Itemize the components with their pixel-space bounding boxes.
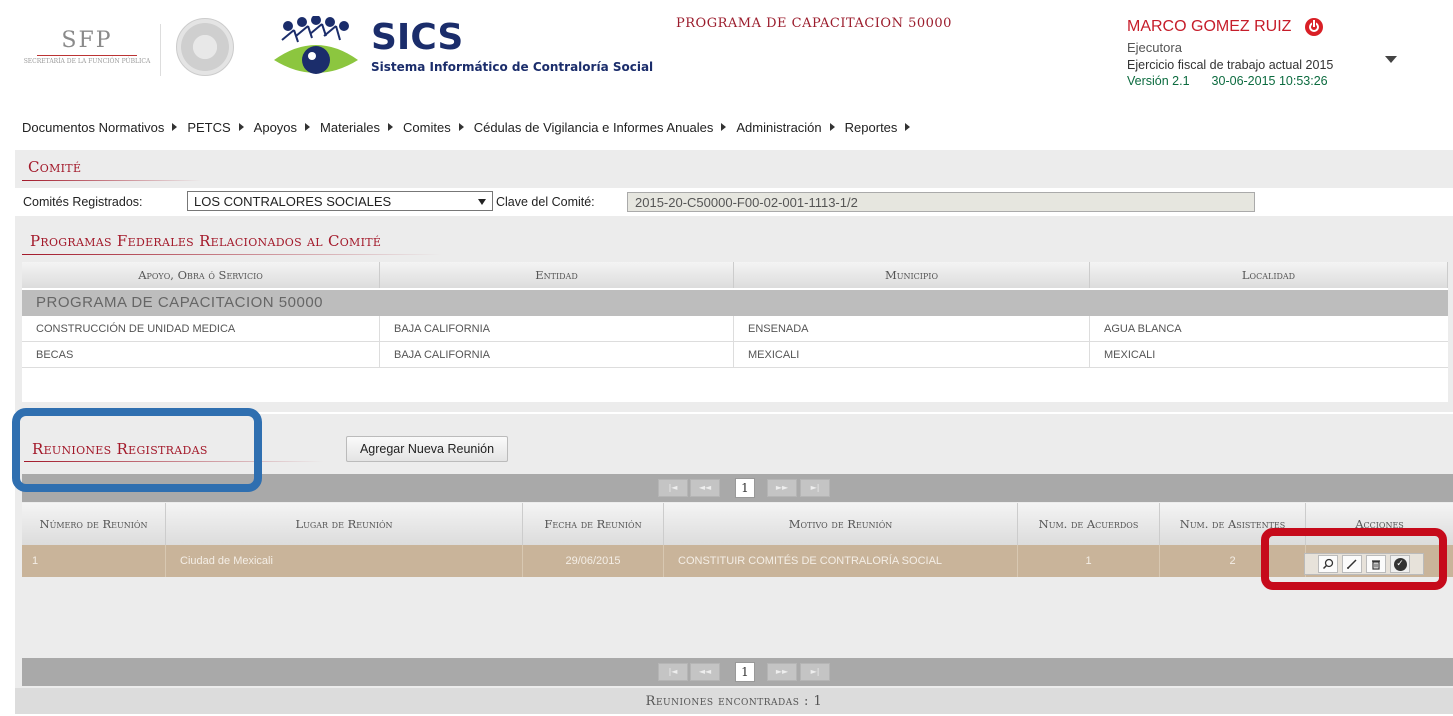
menu-materiales[interactable]: Materiales: [320, 120, 394, 135]
menu-cedulas[interactable]: Cédulas de Vigilancia e Informes Anuales: [474, 120, 727, 135]
reuniones-found-count: Reuniones encontradas : 1: [15, 688, 1453, 714]
sfp-logo-subtitle: SECRETARÍA DE LA FUNCIÓN PÚBLICA: [23, 58, 151, 65]
main-menu: Documentos Normativos PETCS Apoyos Mater…: [0, 112, 1453, 142]
sfp-logo-text: SFP: [61, 28, 113, 53]
first-page-button[interactable]: |◄: [658, 663, 688, 681]
programas-section-title: Programas Federales Relacionados al Comi…: [30, 232, 382, 250]
chevron-right-icon: [721, 123, 727, 131]
col-lugar[interactable]: Lugar de Reunión: [166, 503, 523, 545]
chevron-right-icon: [238, 123, 244, 131]
comites-registrados-label: Comités Registrados:: [23, 195, 143, 209]
chevron-right-icon: [388, 123, 394, 131]
highlight-box-blue: [12, 408, 262, 492]
program-title: PROGRAMA DE CAPACITACION 50000: [676, 16, 952, 31]
menu-apoyos[interactable]: Apoyos: [254, 120, 311, 135]
user-menu-caret-down-icon[interactable]: [1385, 56, 1397, 63]
col-fecha[interactable]: Fecha de Reunión: [523, 503, 664, 545]
col-acuerdos[interactable]: Num. de Acuerdos: [1018, 503, 1160, 545]
fiscal-year: Ejercicio fiscal de trabajo actual 2015: [1127, 58, 1334, 72]
logo-divider: [160, 24, 161, 76]
app-subtitle: Sistema Informático de Contraloría Socia…: [371, 60, 654, 74]
programas-grid-header: Apoyo, Obra ó Servicio Entidad Municipio…: [22, 262, 1448, 288]
national-seal-icon: [176, 18, 234, 76]
menu-petcs[interactable]: PETCS: [187, 120, 244, 135]
sics-eye-logo-icon: [274, 16, 358, 74]
user-name: MARCO GOMEZ RUIZ: [1127, 18, 1292, 35]
version-info: Versión 2.1 30-06-2015 10:53:26: [1127, 74, 1387, 88]
comite-section-title: Comité: [28, 158, 82, 176]
app-name: SICS: [371, 17, 464, 58]
last-page-button[interactable]: ►|: [800, 663, 830, 681]
page-number[interactable]: 1: [735, 478, 755, 498]
chevron-down-icon: [478, 199, 486, 205]
app-header: SFP SECRETARÍA DE LA FUNCIÓN PÚBLICA SIC…: [0, 0, 1453, 112]
comites-registrados-select[interactable]: LOS CONTRALORES SOCIALES: [187, 191, 493, 211]
section-underline: [22, 254, 442, 255]
comite-row: Comités Registrados: LOS CONTRALORES SOC…: [15, 188, 1453, 216]
next-page-button[interactable]: ►►: [767, 479, 797, 497]
clave-comite-label: Clave del Comité:: [496, 195, 595, 209]
menu-reportes[interactable]: Reportes: [845, 120, 911, 135]
user-info: MARCO GOMEZ RUIZ Ejecutora Ejercicio fis…: [1127, 18, 1387, 88]
col-entidad[interactable]: Entidad: [380, 262, 734, 288]
sfp-logo: SFP SECRETARÍA DE LA FUNCIÓN PÚBLICA: [22, 28, 152, 90]
next-page-button[interactable]: ►►: [767, 663, 797, 681]
col-localidad[interactable]: Localidad: [1090, 262, 1448, 288]
user-role: Ejecutora: [1127, 40, 1182, 55]
pager-bottom: |◄ ◄◄ 1 ►► ►|: [22, 658, 1453, 686]
reunion-row[interactable]: 1 Ciudad de Mexicali 29/06/2015 CONSTITU…: [22, 545, 1453, 577]
clave-comite-field: 2015-20-C50000-F00-02-001-1113-1/2: [627, 192, 1255, 212]
chevron-right-icon: [458, 123, 464, 131]
program-group-row: PROGRAMA DE CAPACITACION 50000: [22, 290, 1448, 316]
highlight-box-red: [1261, 528, 1447, 590]
col-municipio[interactable]: Municipio: [734, 262, 1090, 288]
current-datetime: 30-06-2015 10:53:26: [1211, 74, 1328, 88]
power-icon[interactable]: [1305, 18, 1323, 36]
chevron-right-icon: [905, 123, 911, 131]
first-page-button[interactable]: |◄: [658, 479, 688, 497]
col-numero[interactable]: Número de Reunión: [22, 503, 166, 545]
menu-comites[interactable]: Comites: [403, 120, 464, 135]
page-number[interactable]: 1: [735, 662, 755, 682]
section-underline: [22, 180, 202, 181]
chevron-right-icon: [172, 123, 178, 131]
prev-page-button[interactable]: ◄◄: [690, 663, 720, 681]
table-row[interactable]: BECAS BAJA CALIFORNIA MEXICALI MEXICALI: [22, 342, 1448, 368]
reuniones-grid-header: Número de Reunión Lugar de Reunión Fecha…: [22, 503, 1453, 545]
col-apoyo[interactable]: Apoyo, Obra ó Servicio: [22, 262, 380, 288]
last-page-button[interactable]: ►|: [800, 479, 830, 497]
col-motivo[interactable]: Motivo de Reunión: [664, 503, 1018, 545]
menu-administracion[interactable]: Administración: [736, 120, 835, 135]
menu-documentos-normativos[interactable]: Documentos Normativos: [22, 120, 178, 135]
chevron-right-icon: [305, 123, 311, 131]
version-label: Versión 2.1: [1127, 74, 1190, 88]
prev-page-button[interactable]: ◄◄: [690, 479, 720, 497]
table-row[interactable]: CONSTRUCCIÓN DE UNIDAD MEDICA BAJA CALIF…: [22, 316, 1448, 342]
chevron-right-icon: [829, 123, 835, 131]
add-reunion-button[interactable]: Agregar Nueva Reunión: [346, 436, 508, 462]
